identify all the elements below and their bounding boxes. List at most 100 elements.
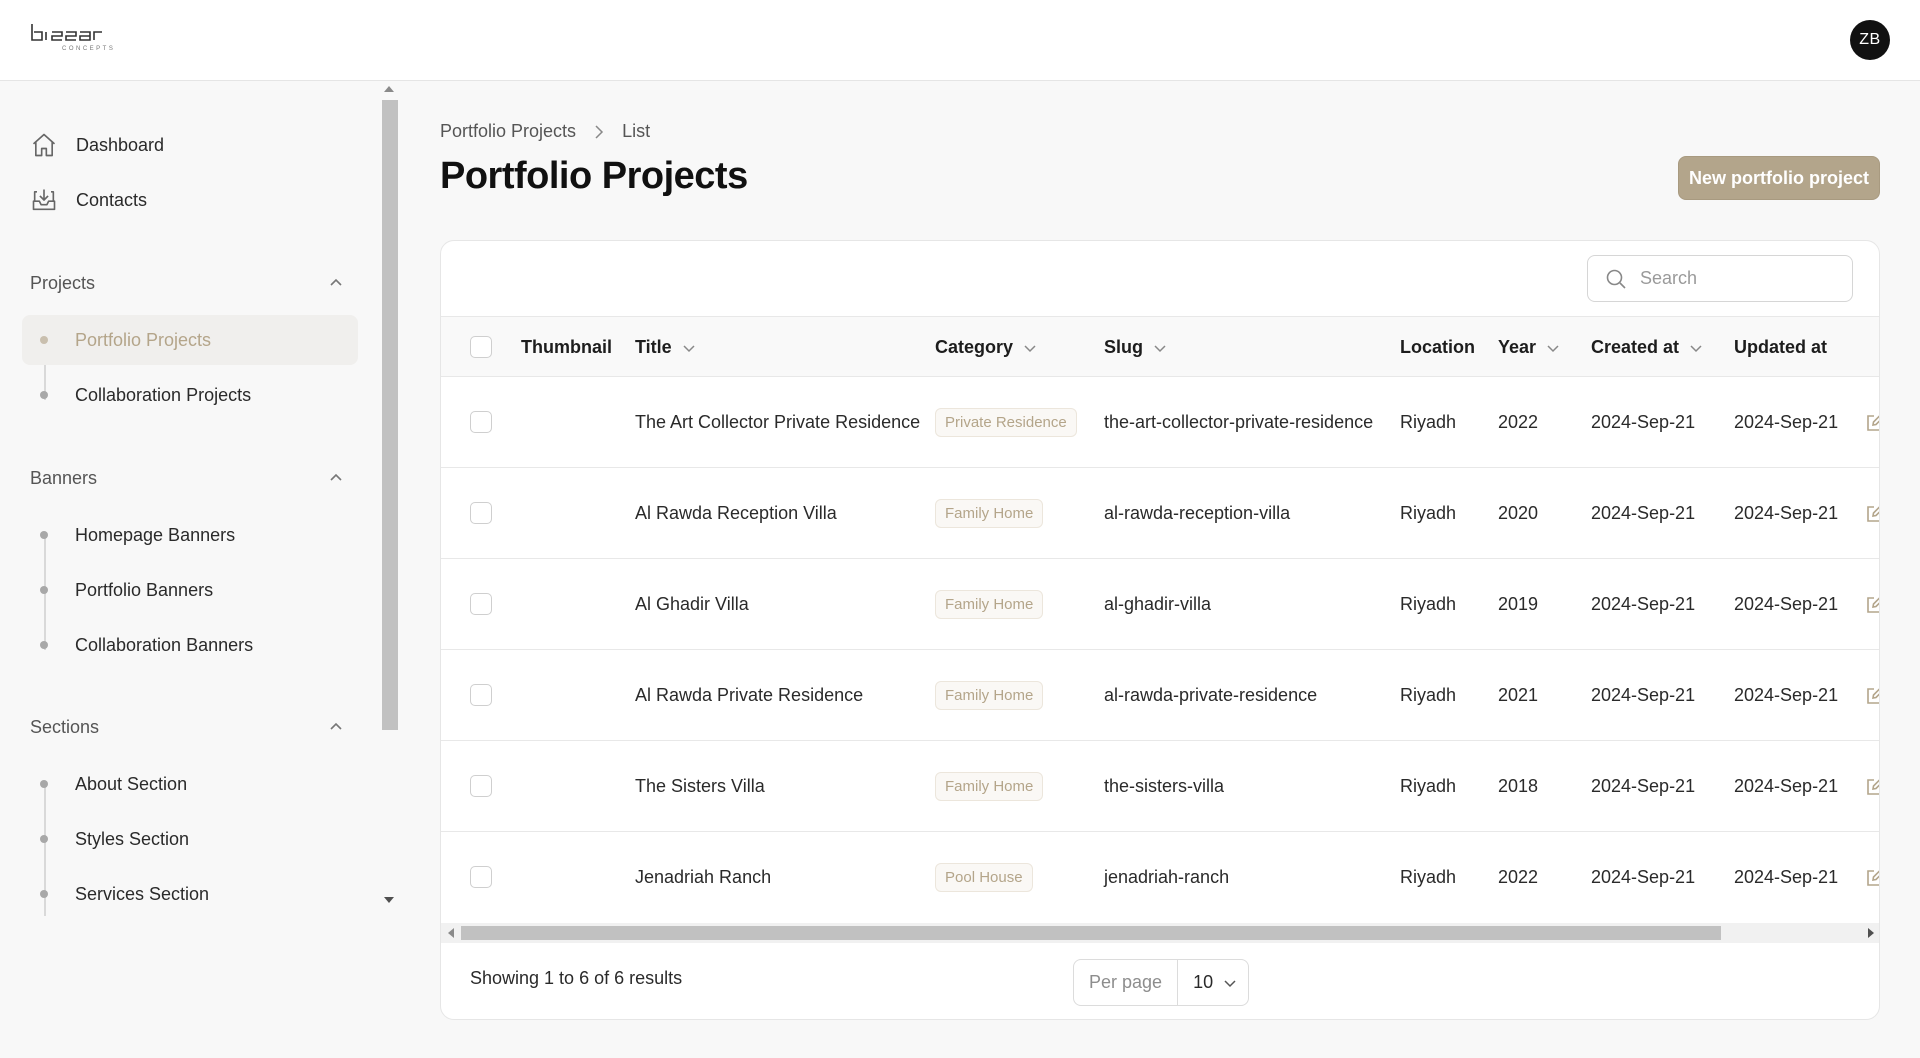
row-checkbox[interactable] <box>470 502 492 524</box>
cell-updated-at: 2024-Sep-21 <box>1734 776 1839 796</box>
sidebar-item-about-section[interactable]: About Section <box>22 759 358 809</box>
scroll-up-arrow-icon[interactable] <box>384 86 394 92</box>
breadcrumb-parent-link[interactable]: Portfolio Projects <box>440 121 576 142</box>
cell-updated-at: 2024-Sep-21 <box>1734 412 1839 432</box>
edit-icon[interactable] <box>1865 868 1879 888</box>
inbox-icon <box>30 186 58 214</box>
cell-year: 2022 <box>1498 867 1539 887</box>
group-label: Projects <box>30 272 96 293</box>
table-row[interactable]: Al Rawda Private Residence Family Home a… <box>441 650 1879 741</box>
cell-location: Riyadh <box>1400 867 1457 887</box>
cell-updated-at: 2024-Sep-21 <box>1734 594 1839 614</box>
table-row[interactable]: The Art Collector Private Residence Priv… <box>441 377 1879 468</box>
chevron-down-icon <box>1223 976 1237 990</box>
column-header-year[interactable]: Year <box>1498 317 1560 378</box>
select-all-checkbox[interactable] <box>470 336 492 358</box>
table-row[interactable]: The Sisters Villa Family Home the-sister… <box>441 741 1879 832</box>
chevron-down-icon <box>1689 341 1703 355</box>
group-projects-toggle[interactable]: Projects <box>30 268 350 298</box>
column-header-category[interactable]: Category <box>935 317 1037 378</box>
cell-location: Riyadh <box>1400 503 1457 523</box>
scroll-down-arrow-icon[interactable] <box>384 897 394 903</box>
table-card: Thumbnail Title Category Slug Location Y… <box>440 240 1880 1020</box>
sidebar: Dashboard Contacts Projects Portfolio Pr… <box>0 82 400 1058</box>
search-box[interactable] <box>1587 255 1853 302</box>
edit-icon[interactable] <box>1865 413 1879 433</box>
cell-created-at: 2024-Sep-21 <box>1591 867 1696 887</box>
cell-category: Family Home <box>935 468 1044 559</box>
table-row[interactable]: Al Ghadir Villa Family Home al-ghadir-vi… <box>441 559 1879 650</box>
row-checkbox[interactable] <box>470 684 492 706</box>
cell-year: 2022 <box>1498 412 1539 432</box>
user-avatar[interactable]: ZB <box>1850 20 1890 60</box>
category-badge: Private Residence <box>935 408 1077 437</box>
cell-title: The Art Collector Private Residence <box>635 412 921 432</box>
bullet-dot <box>40 641 48 649</box>
per-page-select[interactable]: Per page 10 <box>1073 959 1249 1006</box>
group-sections-toggle[interactable]: Sections <box>30 712 350 742</box>
table-row[interactable]: Al Rawda Reception Villa Family Home al-… <box>441 468 1879 559</box>
edit-icon[interactable] <box>1865 595 1879 615</box>
per-page-value[interactable]: 10 <box>1178 972 1237 993</box>
row-checkbox[interactable] <box>470 866 492 888</box>
sidebar-item-dashboard[interactable]: Dashboard <box>30 128 164 162</box>
scrollbar-thumb[interactable] <box>382 100 398 730</box>
cell-slug: jenadriah-ranch <box>1104 867 1230 887</box>
cell-slug: the-art-collector-private-residence <box>1104 412 1374 432</box>
row-checkbox[interactable] <box>470 593 492 615</box>
cell-year: 2020 <box>1498 503 1539 523</box>
bullet-dot <box>40 586 48 594</box>
scroll-right-arrow-icon[interactable] <box>1868 928 1874 938</box>
cell-location: Riyadh <box>1400 594 1457 614</box>
new-portfolio-project-button[interactable]: New portfolio project <box>1678 156 1880 200</box>
sidebar-scrollbar[interactable] <box>380 82 398 912</box>
chevron-right-icon <box>594 124 604 139</box>
edit-icon[interactable] <box>1865 504 1879 524</box>
group-label: Sections <box>30 716 100 737</box>
row-checkbox[interactable] <box>470 775 492 797</box>
table-row[interactable]: Jenadriah Ranch Pool House jenadriah-ran… <box>441 832 1879 923</box>
results-summary: Showing 1 to 6 of 6 results <box>470 968 683 988</box>
edit-icon[interactable] <box>1865 777 1879 797</box>
sidebar-item-collaboration-projects[interactable]: Collaboration Projects <box>22 370 358 420</box>
sidebar-item-label: Services Section <box>75 883 210 904</box>
sidebar-item-styles-section[interactable]: Styles Section <box>22 814 358 864</box>
sidebar-item-services-section[interactable]: Services Section <box>22 869 358 919</box>
chevron-up-icon <box>328 719 344 735</box>
table-header: Thumbnail Title Category Slug Location Y… <box>441 316 1879 378</box>
column-header-location: Location <box>1400 337 1475 357</box>
cell-slug: al-rawda-reception-villa <box>1104 503 1291 523</box>
sidebar-item-label: About Section <box>75 773 188 794</box>
search-input[interactable] <box>1640 268 1840 289</box>
sidebar-item-collaboration-banners[interactable]: Collaboration Banners <box>22 620 358 670</box>
row-checkbox[interactable] <box>470 411 492 433</box>
column-header-updated-at: Updated at <box>1734 337 1828 357</box>
scroll-left-arrow-icon[interactable] <box>448 928 454 938</box>
cell-category: Family Home <box>935 650 1044 741</box>
cell-created-at: 2024-Sep-21 <box>1591 776 1696 796</box>
cell-slug: al-ghadir-villa <box>1104 594 1212 614</box>
column-header-slug[interactable]: Slug <box>1104 317 1167 378</box>
column-header-title[interactable]: Title <box>635 317 696 378</box>
sidebar-item-label: Collaboration Projects <box>75 384 252 405</box>
column-header-created-at[interactable]: Created at <box>1591 317 1703 378</box>
edit-icon[interactable] <box>1865 686 1879 706</box>
brand-logo[interactable]: CONCEPTS <box>30 22 152 54</box>
category-badge: Family Home <box>935 590 1044 619</box>
cell-location: Riyadh <box>1400 685 1457 705</box>
sidebar-item-portfolio-banners[interactable]: Portfolio Banners <box>22 565 358 615</box>
sidebar-item-contacts[interactable]: Contacts <box>30 183 147 217</box>
sidebar-item-portfolio-projects[interactable]: Portfolio Projects <box>22 315 358 365</box>
sidebar-item-homepage-banners[interactable]: Homepage Banners <box>22 510 358 560</box>
cell-year: 2021 <box>1498 685 1539 705</box>
cell-created-at: 2024-Sep-21 <box>1591 685 1696 705</box>
per-page-label: Per page <box>1074 960 1179 1005</box>
group-banners-toggle[interactable]: Banners <box>30 463 350 493</box>
cell-updated-at: 2024-Sep-21 <box>1734 867 1839 887</box>
chevron-down-icon <box>1546 341 1560 355</box>
cell-category: Family Home <box>935 741 1044 832</box>
table-horizontal-scrollbar[interactable] <box>441 923 1879 943</box>
scrollbar-thumb[interactable] <box>461 926 1721 940</box>
breadcrumb: Portfolio Projects List <box>440 121 650 142</box>
column-header-thumbnail: Thumbnail <box>521 337 612 357</box>
